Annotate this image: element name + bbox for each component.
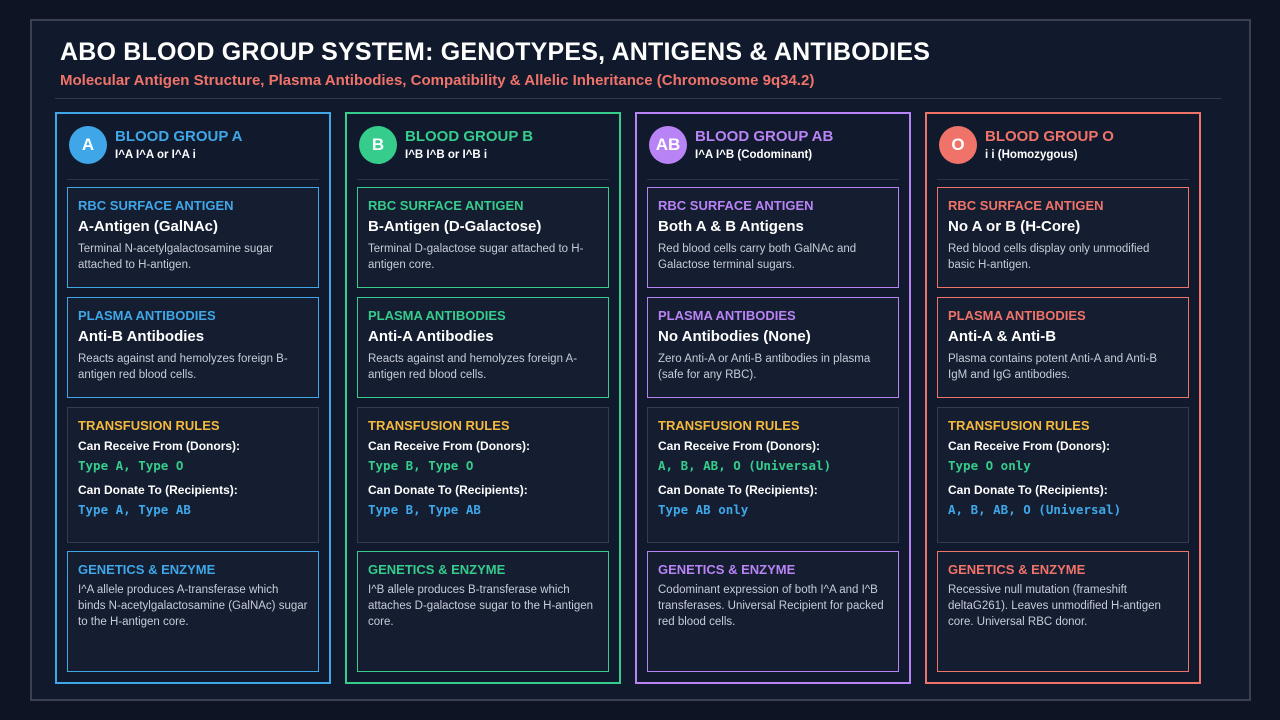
genetics-label: GENETICS & ENZYME (658, 562, 796, 577)
antibodies-description: Reacts against and hemolyzes foreign A-a… (368, 353, 578, 381)
antigen-description: Red blood cells display only unmodified … (948, 243, 1150, 271)
receive-from-label: Can Receive From (Donors): (78, 439, 241, 453)
antigen-description: Red blood cells carry both GalNAc and Ga… (658, 243, 857, 271)
group-title: BLOOD GROUP A (115, 128, 243, 145)
genetics-description: Codominant expression of both I^A and I^… (658, 584, 884, 628)
antibodies-label: PLASMA ANTIBODIES (78, 308, 216, 323)
antibodies-section: PLASMA ANTIBODIES Anti-A & Anti-B Plasma c… (937, 297, 1189, 398)
group-badge: A (69, 126, 107, 164)
card-header-divider (357, 179, 609, 180)
antibodies-section: PLASMA ANTIBODIES Anti-A Antibodies Reacts… (357, 297, 609, 398)
donate-to-label: Can Donate To (Recipients): (368, 483, 528, 497)
blood-group-b-card: B BLOOD GROUP B I^B I^B or I^B i RBC SURFAC… (345, 112, 621, 684)
genotype: i i (Homozygous) (985, 149, 1078, 161)
donate-to-label: Can Donate To (Recipients): (658, 483, 818, 497)
transfusion-label: TRANSFUSION RULES (368, 418, 510, 433)
transfusion-label: TRANSFUSION RULES (948, 418, 1090, 433)
card-header: O BLOOD GROUP O i i (Homozygous) (939, 126, 1187, 168)
antigen-section: RBC SURFACE ANTIGEN No A or B (H-Core) Red… (937, 187, 1189, 288)
group-title: BLOOD GROUP B (405, 128, 534, 145)
receive-from-value: Type O only (948, 458, 1031, 473)
genetics-section: GENETICS & ENZYME Codominant expression o… (647, 551, 899, 672)
genetics-description: I^A allele produces A-transferase which … (78, 584, 308, 628)
genetics-label: GENETICS & ENZYME (948, 562, 1086, 577)
antigen-name: Both A & B Antigens (658, 218, 804, 235)
blood-group-ab-card: AB BLOOD GROUP AB I^A I^B (Codominant) RBC … (635, 112, 911, 684)
transfusion-section: TRANSFUSION RULES Can Receive From (Donor… (357, 407, 609, 543)
antibodies-name: No Antibodies (None) (658, 328, 811, 345)
antigen-label: RBC SURFACE ANTIGEN (658, 198, 814, 213)
antigen-name: A-Antigen (GalNAc) (78, 218, 218, 235)
group-badge: O (939, 126, 977, 164)
receive-from-value: A, B, AB, O (Universal) (658, 458, 832, 473)
genotype: I^A I^B (Codominant) (695, 149, 813, 161)
page-subtitle: Molecular Antigen Structure, Plasma Anti… (60, 72, 815, 89)
receive-from-label: Can Receive From (Donors): (948, 439, 1111, 453)
receive-from-value: Type B, Type O (368, 458, 474, 473)
genetics-section: GENETICS & ENZYME Recessive null mutation… (937, 551, 1189, 672)
transfusion-label: TRANSFUSION RULES (658, 418, 800, 433)
card-header-divider (937, 179, 1189, 180)
antigen-section: RBC SURFACE ANTIGEN B-Antigen (D-Galactos… (357, 187, 609, 288)
genetics-description: I^B allele produces B-transferase which … (368, 584, 594, 628)
genetics-description: Recessive null mutation (frameshift delt… (948, 584, 1161, 628)
donate-to-value: A, B, AB, O (Universal) (948, 502, 1122, 517)
antigen-label: RBC SURFACE ANTIGEN (78, 198, 234, 213)
antibodies-section: PLASMA ANTIBODIES Anti-B Antibodies Reacts… (67, 297, 319, 398)
page-title: ABO BLOOD GROUP SYSTEM: GENOTYPES, ANTIG… (60, 38, 931, 66)
donate-to-label: Can Donate To (Recipients): (78, 483, 238, 497)
genotype: I^B I^B or I^B i (405, 149, 488, 161)
transfusion-section: TRANSFUSION RULES Can Receive From (Donor… (67, 407, 319, 543)
card-header-divider (67, 179, 319, 180)
genetics-section: GENETICS & ENZYME I^A allele produces A-t… (67, 551, 319, 672)
genetics-section: GENETICS & ENZYME I^B allele produces B-t… (357, 551, 609, 672)
antigen-name: B-Antigen (D-Galactose) (368, 218, 542, 235)
antigen-description: Terminal N-acetylgalactosamine sugar att… (78, 243, 273, 271)
receive-from-label: Can Receive From (Donors): (368, 439, 531, 453)
donate-to-value: Type A, Type AB (78, 502, 191, 517)
antigen-description: Terminal D-galactose sugar attached to H… (368, 243, 584, 271)
antibodies-description: Plasma contains potent Anti-A and Anti-B… (948, 353, 1158, 381)
antibodies-label: PLASMA ANTIBODIES (368, 308, 506, 323)
antibodies-name: Anti-A Antibodies (368, 328, 494, 345)
donate-to-value: Type AB only (658, 502, 749, 517)
antibodies-description: Zero Anti-A or Anti-B antibodies in plas… (658, 353, 871, 381)
card-header-divider (647, 179, 899, 180)
antigen-section: RBC SURFACE ANTIGEN Both A & B Antigens Re… (647, 187, 899, 288)
receive-from-label: Can Receive From (Donors): (658, 439, 821, 453)
antibodies-name: Anti-A & Anti-B (948, 328, 1057, 345)
group-title: BLOOD GROUP O (985, 128, 1114, 145)
card-header: A BLOOD GROUP A I^A I^A or I^A i (69, 126, 317, 168)
card-header: B BLOOD GROUP B I^B I^B or I^B i (359, 126, 607, 168)
donate-to-label: Can Donate To (Recipients): (948, 483, 1108, 497)
antigen-label: RBC SURFACE ANTIGEN (368, 198, 524, 213)
genetics-label: GENETICS & ENZYME (368, 562, 506, 577)
group-title: BLOOD GROUP AB (695, 128, 834, 145)
antibodies-label: PLASMA ANTIBODIES (948, 308, 1086, 323)
transfusion-section: TRANSFUSION RULES Can Receive From (Donor… (647, 407, 899, 543)
antibodies-description: Reacts against and hemolyzes foreign B-a… (78, 353, 288, 381)
genetics-label: GENETICS & ENZYME (78, 562, 216, 577)
blood-group-a-card: A BLOOD GROUP A I^A I^A or I^A i RBC SURFAC… (55, 112, 331, 684)
card-header: AB BLOOD GROUP AB I^A I^B (Codominant) (649, 126, 897, 168)
blood-group-o-card: O BLOOD GROUP O i i (Homozygous) RBC SURFAC… (925, 112, 1201, 684)
group-badge: AB (649, 126, 687, 164)
header-divider (55, 98, 1221, 99)
transfusion-label: TRANSFUSION RULES (78, 418, 220, 433)
antigen-label: RBC SURFACE ANTIGEN (948, 198, 1104, 213)
antigen-name: No A or B (H-Core) (948, 218, 1081, 235)
group-badge: B (359, 126, 397, 164)
receive-from-value: Type A, Type O (78, 458, 184, 473)
antigen-section: RBC SURFACE ANTIGEN A-Antigen (GalNAc) Ter… (67, 187, 319, 288)
transfusion-section: TRANSFUSION RULES Can Receive From (Donor… (937, 407, 1189, 543)
genotype: I^A I^A or I^A i (115, 149, 196, 161)
donate-to-value: Type B, Type AB (368, 502, 481, 517)
antibodies-name: Anti-B Antibodies (78, 328, 205, 345)
antibodies-section: PLASMA ANTIBODIES No Antibodies (None) Zer… (647, 297, 899, 398)
antibodies-label: PLASMA ANTIBODIES (658, 308, 796, 323)
